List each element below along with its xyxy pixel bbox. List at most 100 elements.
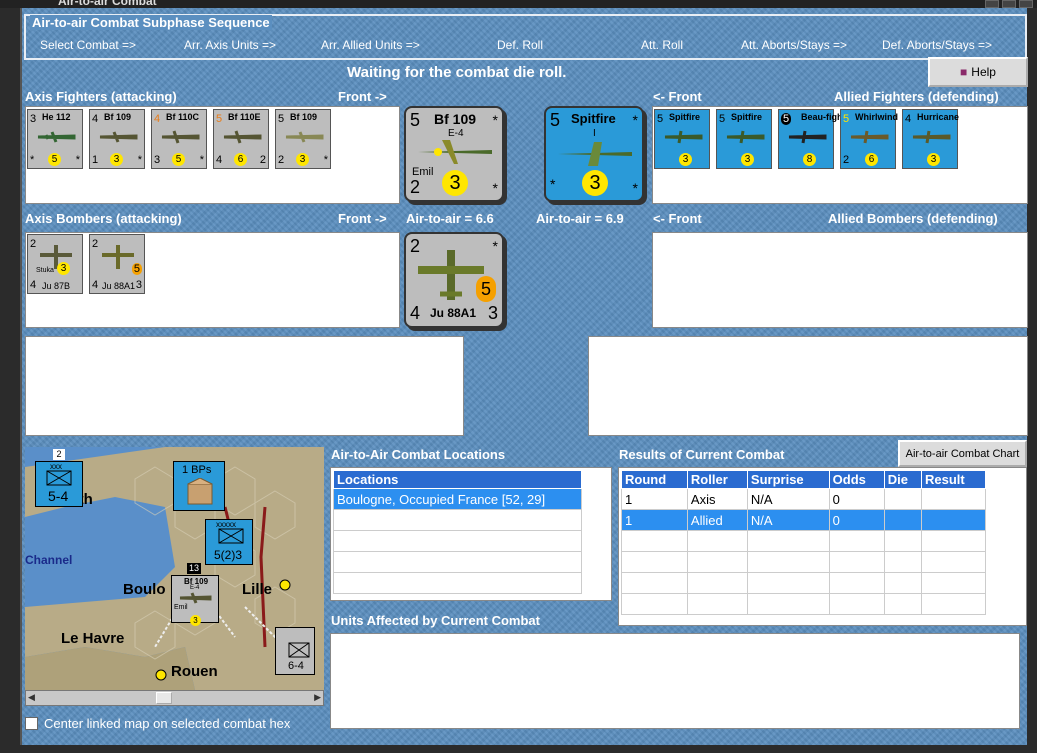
affected-title: Units Affected by Current Combat [331, 613, 540, 628]
result-row[interactable]: 1 Axis N/A 0 [621, 488, 986, 510]
plane-icon [161, 130, 200, 144]
allied-extra-panel[interactable] [588, 336, 1028, 436]
allied-fighter-counter[interactable]: 5 Beau-fighter 8 [778, 109, 854, 169]
stack-count: 2 [53, 449, 65, 460]
allied-fighter-counter[interactable]: 5 Spitfire 3 [716, 109, 772, 169]
book-icon: ■ [960, 65, 968, 79]
allied-bombers-front: <- Front [653, 211, 702, 226]
bottom-frame [0, 745, 1037, 753]
plane-icon [726, 130, 765, 144]
allied-bombers-panel[interactable] [652, 232, 1028, 328]
col-die[interactable]: Die [883, 470, 923, 489]
infantry-icon [218, 528, 244, 544]
axis-selected-bomber[interactable]: 2 * 5 4 Ju 88A1 3 [404, 232, 504, 328]
allied-corps-counter[interactable]: xxxxx 5(2)3 [205, 519, 253, 565]
crate-icon [187, 478, 213, 505]
allied-army-counter[interactable]: xxx 5-4 [35, 461, 83, 507]
center-map-label: Center linked map on selected combat hex [44, 716, 291, 731]
combat-window: Air-to-air Combat Air-to-air Combat Subp… [0, 0, 1037, 753]
result-row[interactable] [621, 551, 986, 573]
left-frame [0, 8, 22, 753]
allied-a2a-value: Air-to-air = 6.9 [536, 211, 624, 226]
step-select-combat: Select Combat => [40, 38, 137, 52]
plane-icon [285, 131, 324, 143]
scroll-thumb[interactable] [156, 692, 172, 704]
location-row[interactable] [333, 509, 582, 531]
scroll-right-icon[interactable]: ▶ [314, 692, 321, 703]
locations-title: Air-to-Air Combat Locations [331, 447, 506, 462]
plane-icon [179, 592, 212, 604]
affected-units-panel[interactable] [330, 633, 1020, 729]
map-label-rouen: Rouen [171, 663, 218, 680]
result-row[interactable] [621, 530, 986, 552]
allied-fighter-counter[interactable]: 5 Whirlwind 2 6 [840, 109, 898, 169]
axis-army-counter[interactable]: 6-4 [275, 627, 315, 675]
axis-extra-panel[interactable] [25, 336, 464, 436]
locations-header[interactable]: Locations [333, 470, 582, 489]
location-row[interactable] [333, 551, 582, 573]
help-label: Help [971, 65, 996, 79]
close-button[interactable] [1019, 0, 1033, 8]
axis-bombers-front: Front -> [338, 211, 387, 226]
axis-fighters-label: Axis Fighters (attacking) [25, 89, 177, 104]
plane-icon [223, 130, 262, 144]
allied-fighter-counter[interactable]: 5 Spitfire 3 [654, 109, 710, 169]
result-row[interactable] [621, 593, 986, 615]
help-button[interactable]: ■ Help [928, 57, 1028, 87]
infantry-icon [288, 642, 310, 658]
plane-icon [418, 140, 492, 164]
right-frame [1027, 8, 1037, 753]
col-surprise[interactable]: Surprise [746, 470, 830, 489]
plane-icon [850, 130, 889, 144]
location-row[interactable]: Boulogne, Occupied France [52, 29] [333, 488, 582, 510]
location-row[interactable] [333, 572, 582, 594]
col-round[interactable]: Round [621, 470, 688, 489]
result-row[interactable] [621, 572, 986, 594]
locations-table: Locations Boulogne, Occupied France [52,… [333, 470, 582, 594]
map-horizontal-scrollbar[interactable]: ◀ ▶ [25, 690, 324, 706]
center-map-checkbox[interactable]: Center linked map on selected combat hex [25, 716, 290, 731]
location-row[interactable] [333, 530, 582, 552]
checkbox-box[interactable] [25, 717, 38, 730]
step-att-aborts: Att. Aborts/Stays => [741, 38, 848, 52]
allied-bombers-label: Allied Bombers (defending) [828, 211, 998, 226]
axis-selected-fighter[interactable]: 5 Bf 109 E-4 * Emil 2 3 * [404, 106, 504, 202]
allied-selected-fighter[interactable]: 5 Spitfire I * * 3 * [544, 106, 644, 202]
title-bar: Air-to-air Combat [0, 0, 1037, 8]
supply-counter[interactable]: 1 BPs [173, 461, 225, 511]
col-roller[interactable]: Roller [686, 470, 748, 489]
axis-fighter-counter[interactable]: 3 He 112 * 5 * [27, 109, 83, 169]
window-title: Air-to-air Combat [58, 0, 157, 8]
step-def-roll: Def. Roll [497, 38, 544, 52]
col-result[interactable]: Result [921, 470, 986, 489]
map-label-boulogne: Boulo [123, 581, 166, 598]
linked-map[interactable]: mouth Channel Boulo Lille Le Havre Rouen… [25, 447, 324, 690]
axis-fighter-counter[interactable]: 5 Bf 109 2 3 * [275, 109, 331, 169]
scroll-left-icon[interactable]: ◀ [28, 692, 35, 703]
axis-fighter-counter[interactable]: 4 Bf 110C 3 5 * [151, 109, 207, 169]
axis-fighter-counter[interactable]: 4 Bf 109 1 3 * [89, 109, 145, 169]
map-label-le-havre: Le Havre [61, 630, 125, 647]
map-label-channel: Channel [25, 553, 73, 567]
plane-icon [99, 131, 138, 143]
axis-a2a-value: Air-to-air = 6.6 [406, 211, 494, 226]
step-att-roll: Att. Roll [641, 38, 684, 52]
axis-fighter-counter[interactable]: 5 Bf 110E 4 6 2 [213, 109, 269, 169]
allied-fighter-counter[interactable]: 4 Hurricane 3 [902, 109, 959, 169]
result-row[interactable]: 1 Allied N/A 0 [621, 509, 986, 531]
combat-chart-button[interactable]: Air-to-air Combat Chart [898, 440, 1027, 467]
plane-icon [664, 130, 703, 144]
step-arr-axis: Arr. Axis Units => [184, 38, 277, 52]
results-table: Round Roller Surprise Odds Die Result 1A… [621, 470, 986, 615]
minimize-button[interactable] [985, 0, 999, 8]
axis-bomber-counter[interactable]: 2 5 4 Ju 88A1 3 [89, 234, 145, 294]
infantry-icon [46, 470, 72, 486]
map-fighter-counter[interactable]: Bf 109 E-4 Emil 3 [171, 575, 219, 626]
plane-icon [37, 131, 76, 143]
axis-bomber-counter[interactable]: 2 Stuka 3 4 Ju 87B [27, 234, 83, 294]
col-odds[interactable]: Odds [828, 470, 885, 489]
allied-fighters-front: <- Front [653, 89, 702, 104]
maximize-button[interactable] [1002, 0, 1016, 8]
allied-fighters-label: Allied Fighters (defending) [834, 89, 999, 104]
axis-bombers-label: Axis Bombers (attacking) [25, 211, 182, 226]
